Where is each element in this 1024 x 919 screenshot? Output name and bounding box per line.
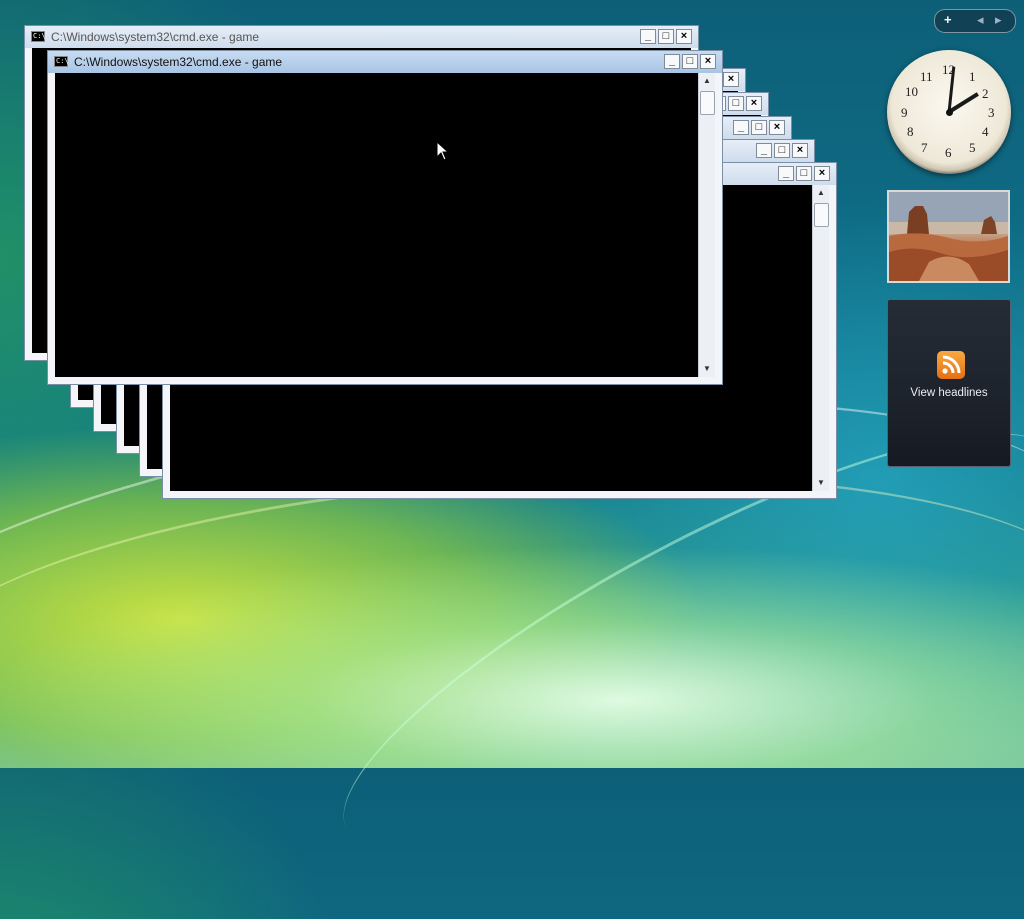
clock-numeral: 8 [907, 124, 914, 139]
cmd-window-front[interactable]: C:\ C:\Windows\system32\cmd.exe - game _… [47, 50, 723, 385]
desert-landscape-image [889, 192, 1008, 281]
window-titlebar[interactable]: C:\ C:\Windows\system32\cmd.exe - game _… [48, 51, 722, 73]
close-button[interactable]: × [700, 54, 716, 69]
minimize-button[interactable]: _ [756, 143, 772, 158]
window-title: C:\Windows\system32\cmd.exe - game [51, 30, 260, 44]
cmd-icon: C:\ [31, 31, 46, 42]
clock-gadget[interactable]: 12 1 2 3 4 5 6 7 8 9 10 11 [887, 50, 1011, 174]
close-button[interactable]: × [792, 143, 808, 158]
previous-page-button[interactable]: ◂ [977, 12, 984, 28]
maximize-button[interactable]: □ [774, 143, 790, 158]
add-gadget-button[interactable]: + [944, 12, 952, 27]
maximize-button[interactable]: □ [751, 120, 767, 135]
close-button[interactable]: × [814, 166, 830, 181]
clock-center [946, 109, 953, 116]
scroll-up-arrow-icon[interactable]: ▲ [813, 185, 829, 201]
window-titlebar[interactable]: C:\ C:\Windows\system32\cmd.exe - game _… [25, 26, 698, 48]
sidebar-controls: + ◂ ▸ [934, 9, 1016, 33]
vertical-scrollbar[interactable]: ▲ ▼ [812, 185, 829, 491]
clock-numeral: 2 [982, 86, 989, 101]
scroll-down-arrow-icon[interactable]: ▼ [699, 361, 715, 377]
view-headlines-link[interactable]: View headlines [888, 387, 1010, 399]
clock-numeral: 11 [920, 69, 933, 84]
slideshow-gadget[interactable] [887, 190, 1010, 283]
maximize-button[interactable]: □ [682, 54, 698, 69]
minimize-button[interactable]: _ [640, 29, 656, 44]
close-button[interactable]: × [723, 72, 739, 87]
maximize-button[interactable]: □ [728, 96, 744, 111]
clock-numeral: 3 [988, 105, 995, 120]
clock-numeral: 6 [945, 145, 952, 160]
minimize-button[interactable]: _ [778, 166, 794, 181]
clock-numeral: 1 [969, 69, 976, 84]
clock-numeral: 10 [905, 84, 918, 99]
window-title: C:\Windows\system32\cmd.exe - game [74, 55, 283, 69]
mouse-cursor-icon [436, 141, 450, 161]
scroll-thumb[interactable] [814, 203, 829, 227]
scroll-thumb[interactable] [700, 91, 715, 115]
console-area[interactable] [55, 73, 698, 377]
clock-numeral: 5 [969, 140, 976, 155]
maximize-button[interactable]: □ [658, 29, 674, 44]
rss-feed-icon [937, 351, 965, 379]
close-button[interactable]: × [676, 29, 692, 44]
scroll-down-arrow-icon[interactable]: ▼ [813, 475, 829, 491]
minimize-button[interactable]: _ [664, 54, 680, 69]
close-button[interactable]: × [769, 120, 785, 135]
feed-headlines-gadget[interactable]: View headlines [887, 299, 1011, 467]
close-button[interactable]: × [746, 96, 762, 111]
next-page-button[interactable]: ▸ [995, 12, 1002, 28]
scroll-up-arrow-icon[interactable]: ▲ [699, 73, 715, 89]
clock-numeral: 7 [921, 140, 928, 155]
cmd-icon: C:\ [54, 56, 69, 67]
vertical-scrollbar[interactable]: ▲ ▼ [698, 73, 715, 377]
maximize-button[interactable]: □ [796, 166, 812, 181]
clock-numeral: 4 [982, 124, 989, 139]
clock-numeral: 9 [901, 105, 908, 120]
minimize-button[interactable]: _ [733, 120, 749, 135]
